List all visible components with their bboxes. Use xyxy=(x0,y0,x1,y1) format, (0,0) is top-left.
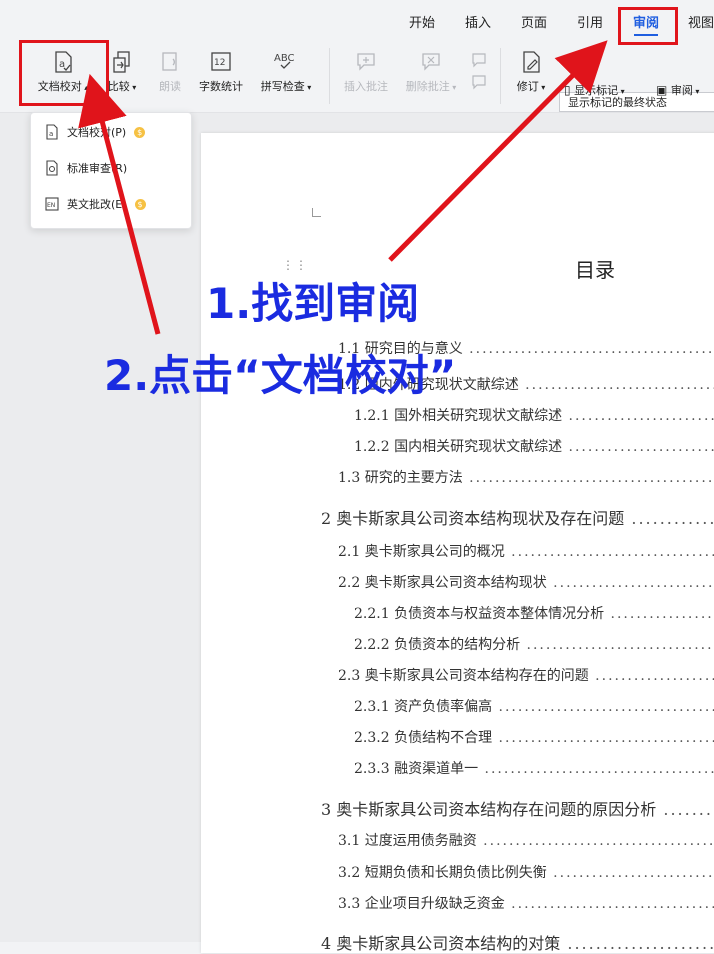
step1-annotation: 1.找到审阅 xyxy=(206,279,420,328)
arrow-to-proofread xyxy=(78,73,161,335)
annotation-arrows xyxy=(78,40,608,335)
step2-annotation: 2.点击“文档校对” xyxy=(104,351,457,400)
arrow-to-review-tab xyxy=(388,40,608,262)
